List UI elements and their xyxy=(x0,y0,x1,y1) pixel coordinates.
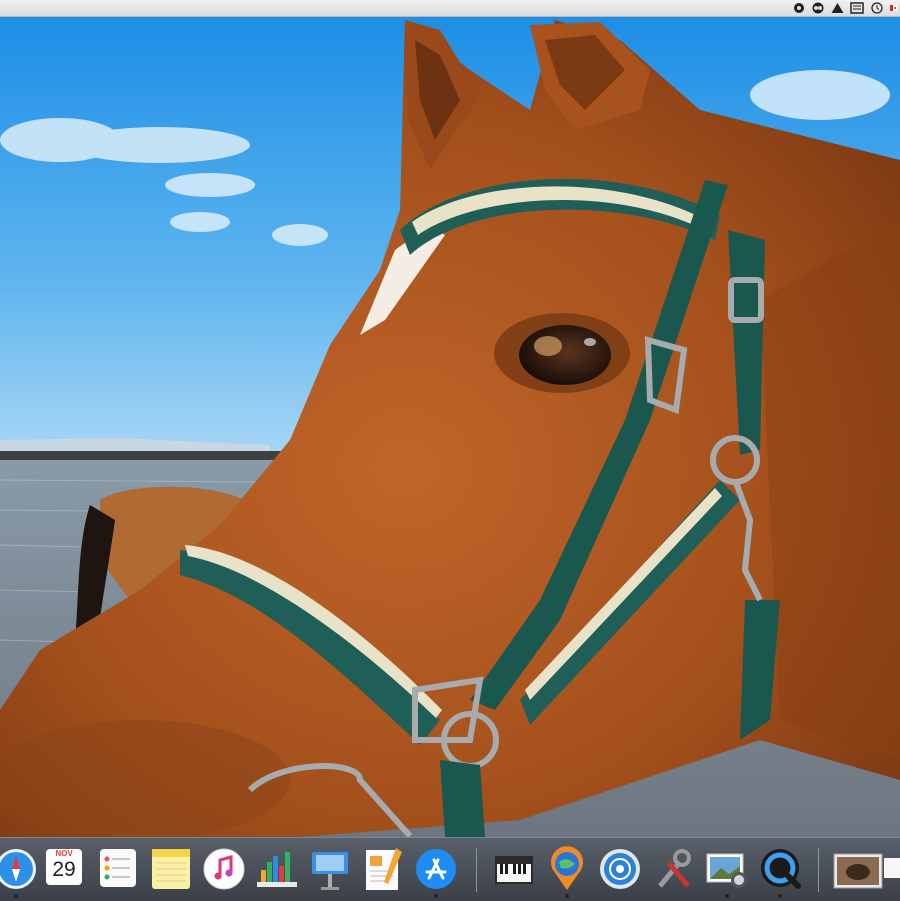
system-tools-icon[interactable] xyxy=(650,844,698,894)
google-drive-icon[interactable] xyxy=(831,0,844,16)
pages-icon[interactable] xyxy=(358,844,406,894)
flag-icon[interactable] xyxy=(890,0,900,16)
time-machine-icon[interactable] xyxy=(870,0,884,16)
safari-icon[interactable] xyxy=(0,844,40,898)
creative-cloud-icon[interactable] xyxy=(793,0,805,16)
quicktime-icon[interactable] xyxy=(756,844,804,898)
dock-separator xyxy=(818,848,819,892)
running-indicator xyxy=(565,894,569,898)
network-radar-icon[interactable] xyxy=(596,844,644,894)
maps-pin-icon[interactable] xyxy=(543,844,591,898)
photos-stack-icon[interactable] xyxy=(832,844,900,894)
running-indicator xyxy=(725,894,729,898)
dock-separator xyxy=(476,848,477,892)
status-bar xyxy=(787,0,900,16)
running-indicator xyxy=(434,894,438,898)
piano-icon[interactable] xyxy=(490,844,538,894)
camtasia-icon[interactable] xyxy=(811,0,825,16)
desktop-wallpaper xyxy=(0,17,900,837)
notification-icon[interactable] xyxy=(850,0,864,16)
reminders-icon[interactable] xyxy=(94,844,142,894)
preview-icon[interactable] xyxy=(703,844,751,898)
horse-photo xyxy=(0,17,900,837)
keynote-icon[interactable] xyxy=(306,844,354,894)
itunes-icon[interactable] xyxy=(200,844,248,894)
numbers-icon[interactable] xyxy=(253,844,301,894)
notes-icon[interactable] xyxy=(146,844,194,894)
calendar-day: 29 xyxy=(52,858,76,881)
running-indicator xyxy=(778,894,782,898)
dock: NOV 29 xyxy=(0,837,900,901)
horse-eye xyxy=(494,313,630,393)
calendar-icon[interactable]: NOV 29 xyxy=(40,844,88,894)
menu-bar xyxy=(0,0,900,17)
running-indicator xyxy=(14,894,18,898)
app-store-icon[interactable] xyxy=(412,844,460,898)
